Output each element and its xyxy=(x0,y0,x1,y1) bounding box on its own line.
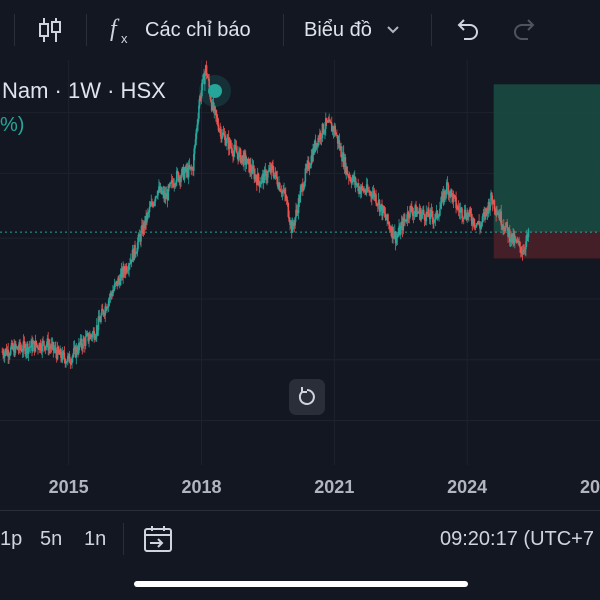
candle-body xyxy=(32,343,34,352)
redo-button[interactable] xyxy=(512,0,538,60)
long-position-target-zone xyxy=(493,84,600,233)
candle-body xyxy=(236,152,239,155)
goto-date-button[interactable] xyxy=(143,525,173,558)
candle-body xyxy=(387,214,389,223)
candle-body xyxy=(35,340,38,346)
range-1n-button[interactable]: 1n xyxy=(84,528,106,551)
symbol-legend[interactable]: Nam · 1W · HSX xyxy=(2,78,166,104)
candle-body xyxy=(439,208,441,216)
chart-type-dropdown[interactable]: Biểu đồ xyxy=(304,0,402,60)
bottom-toolbar: 1p 5n 1n 09:20:17 (UTC+7 xyxy=(0,510,600,569)
time-axis[interactable]: 2015 2018 2021 2024 20 xyxy=(0,465,600,510)
time-axis-label: 2024 xyxy=(447,477,488,497)
indicators-label: Các chỉ báo xyxy=(145,18,251,41)
chart-type-label: Biểu đồ xyxy=(304,18,372,41)
candle-body xyxy=(148,207,151,213)
toolbar-divider xyxy=(283,14,284,46)
time-axis-label: 20 xyxy=(579,477,600,497)
candle-body xyxy=(84,336,87,346)
reset-icon xyxy=(298,387,315,405)
chevron-down-icon xyxy=(387,26,399,34)
svg-text:f: f xyxy=(110,16,120,42)
function-icon: f x xyxy=(110,16,128,46)
home-area xyxy=(0,568,600,600)
time-axis-label: 2018 xyxy=(181,477,222,497)
toolbar-divider xyxy=(431,14,432,46)
candle-body xyxy=(506,221,508,228)
candle-body xyxy=(267,171,269,178)
indicators-button[interactable]: f x Các chỉ báo xyxy=(108,0,251,60)
candle-body xyxy=(257,173,260,182)
candles-button[interactable] xyxy=(38,0,62,60)
svg-text:x: x xyxy=(121,31,128,46)
bottom-divider xyxy=(123,523,124,555)
change-percent: %) xyxy=(0,114,25,136)
candlestick-icon xyxy=(39,18,61,42)
calendar-goto-icon xyxy=(144,526,172,552)
top-toolbar: f x Các chỉ báo Biểu đồ xyxy=(0,0,600,60)
reset-chart-button[interactable] xyxy=(289,379,325,415)
candle-body xyxy=(527,229,530,238)
candle-body xyxy=(375,194,377,204)
range-1p-button[interactable]: 1p xyxy=(0,528,22,551)
candle-body xyxy=(422,209,425,215)
toolbar-divider xyxy=(86,14,87,46)
candle-body xyxy=(43,341,45,346)
home-indicator[interactable] xyxy=(134,581,468,587)
undo-button[interactable] xyxy=(454,0,480,60)
toolbar-divider xyxy=(14,14,15,46)
undo-icon xyxy=(457,19,478,40)
redo-icon xyxy=(514,19,535,40)
candle-body xyxy=(259,184,262,187)
market-status-dot[interactable] xyxy=(199,75,231,107)
time-axis-label: 2021 xyxy=(314,477,355,497)
candle-body xyxy=(519,241,521,248)
candle-body xyxy=(226,137,228,144)
clock-timezone[interactable]: 09:20:17 (UTC+7 xyxy=(440,528,594,551)
candle-body xyxy=(140,230,142,242)
market-open-indicator xyxy=(208,84,222,98)
time-axis-label: 2015 xyxy=(48,477,89,497)
range-5n-button[interactable]: 5n xyxy=(40,528,62,551)
candle-body xyxy=(514,237,517,240)
